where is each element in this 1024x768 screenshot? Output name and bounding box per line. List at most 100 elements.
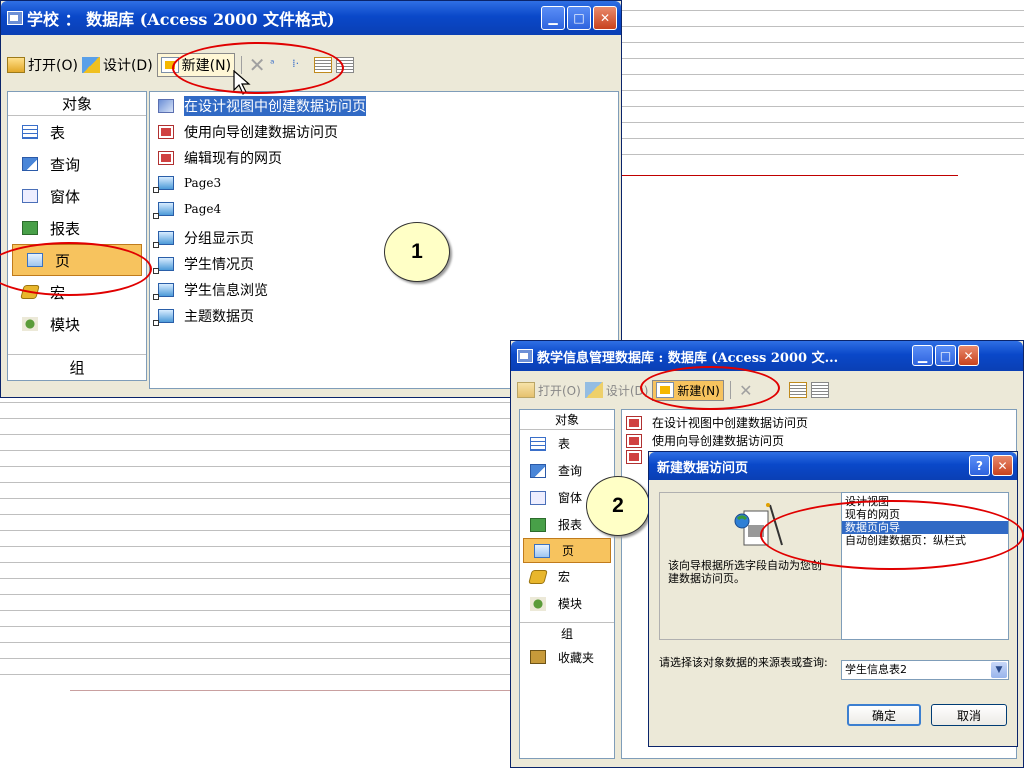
report-icon xyxy=(530,517,546,532)
table-icon xyxy=(22,125,38,139)
new-data-access-page-dialog: 新建数据访问页 ? ✕ 该向导根据所选字段自动为您创建数据访问页。 设计视图 现… xyxy=(648,451,1018,747)
maximize-button[interactable]: □ xyxy=(567,6,591,30)
list-item[interactable]: Page3 xyxy=(153,176,221,193)
close-button[interactable]: ✕ xyxy=(958,345,979,366)
ok-button[interactable]: 确定 xyxy=(847,704,921,726)
help-button[interactable]: ? xyxy=(969,455,990,476)
object-pages[interactable]: 页 xyxy=(523,538,611,563)
object-tables[interactable]: 表 xyxy=(520,430,614,457)
list-item[interactable]: 在设计视图中创建数据访问页 xyxy=(158,96,366,116)
minimize-button[interactable]: ▁ xyxy=(541,6,565,30)
slide-line xyxy=(0,546,510,547)
list-item[interactable]: 在设计视图中创建数据访问页 xyxy=(626,414,808,431)
slide-line xyxy=(622,58,1024,59)
object-queries[interactable]: 查询 xyxy=(8,148,146,180)
slide-line xyxy=(0,562,510,563)
cancel-button[interactable]: 取消 xyxy=(931,704,1007,726)
slide-line xyxy=(0,626,510,627)
open-button[interactable]: 打开(O) xyxy=(7,55,78,75)
list-item-label: 编辑现有的网页 xyxy=(184,151,282,167)
slide-line xyxy=(622,10,1024,11)
open-button[interactable]: 打开(O) xyxy=(517,382,581,399)
wizard-description: 该向导根据所选字段自动为您创建数据访问页。 xyxy=(668,559,822,585)
object-label: 表 xyxy=(558,437,571,451)
slide-line xyxy=(0,466,510,467)
objects-pane: 对象 表 查询 窗体 报表 页 宏 模块 组 收藏夹 xyxy=(519,409,615,759)
slide-red-line xyxy=(622,175,958,176)
groups-bar[interactable]: 组 xyxy=(8,354,146,380)
object-label: 查询 xyxy=(558,464,583,478)
object-modules[interactable]: 模块 xyxy=(520,590,614,617)
maximize-button[interactable]: □ xyxy=(935,345,956,366)
list-item[interactable]: 编辑现有的网页 xyxy=(158,148,282,168)
object-label: 页 xyxy=(562,544,575,558)
window1-titlebar[interactable]: 学校 ： 数据库 (Access 2000 文件格式) ▁ □ ✕ xyxy=(1,1,621,35)
slide-line xyxy=(622,26,1024,27)
page-shortcut-icon xyxy=(153,202,174,219)
window2-titlebar[interactable]: 教学信息管理数据库 : 数据库 (Access 2000 文... ▁ □ ✕ xyxy=(511,341,1023,371)
list-item[interactable]: 主题数据页 xyxy=(153,306,254,326)
database-icon xyxy=(7,11,23,25)
design-label: 设计(D) xyxy=(102,58,153,74)
slide-line xyxy=(622,122,1024,123)
list-item[interactable]: 分组显示页 xyxy=(153,228,254,248)
slide-line xyxy=(622,90,1024,91)
list-item[interactable]: 学生情况页 xyxy=(153,254,254,274)
list-item-label: 学生情况页 xyxy=(184,257,254,273)
list-item-label: 学生信息浏览 xyxy=(184,283,268,299)
slide-line xyxy=(0,578,510,579)
design-icon xyxy=(584,382,603,398)
annotation-ellipse-new-button xyxy=(172,42,344,94)
edit-webpage-icon xyxy=(626,450,642,464)
slide-line xyxy=(0,674,510,675)
dialog-titlebar[interactable]: 新建数据访问页 ? ✕ xyxy=(649,452,1017,480)
slide-line xyxy=(0,610,510,611)
object-tables[interactable]: 表 xyxy=(8,116,146,148)
list-item[interactable]: Page4 xyxy=(153,202,222,219)
page-shortcut-icon xyxy=(153,231,174,248)
report-icon xyxy=(22,221,38,235)
slide-line xyxy=(622,106,1024,107)
slide-line xyxy=(622,74,1024,75)
details-view-icon[interactable] xyxy=(810,382,829,398)
groups-bar[interactable]: 组 xyxy=(520,622,614,644)
step-marker-1: 1 xyxy=(384,222,450,282)
list-item[interactable]: 使用向导创建数据访问页 xyxy=(626,432,784,449)
favorites-group[interactable]: 收藏夹 xyxy=(520,646,594,668)
object-modules[interactable]: 模块 xyxy=(8,308,146,340)
list-item[interactable]: 学生信息浏览 xyxy=(153,280,268,300)
open-folder-icon xyxy=(517,382,535,398)
list-item-label: 主题数据页 xyxy=(184,309,254,325)
step-marker-2: 2 xyxy=(586,476,650,536)
minimize-button[interactable]: ▁ xyxy=(912,345,933,366)
source-dropdown[interactable]: 学生信息表2 ▼ xyxy=(841,660,1009,680)
list-item-label: Page4 xyxy=(184,202,222,216)
list-view-icon[interactable] xyxy=(788,382,807,398)
close-button[interactable]: ✕ xyxy=(593,6,617,30)
object-macros[interactable]: 宏 xyxy=(520,563,614,590)
design-button[interactable]: 设计(D) xyxy=(584,382,648,399)
object-label: 报表 xyxy=(558,518,583,532)
table-icon xyxy=(530,436,546,451)
query-icon xyxy=(22,157,38,171)
list-item-label: 使用向导创建数据访问页 xyxy=(652,434,785,448)
list-item-label: 在设计视图中创建数据访问页 xyxy=(184,96,366,116)
close-button[interactable]: ✕ xyxy=(992,455,1013,476)
chevron-down-icon[interactable]: ▼ xyxy=(991,662,1007,678)
slide-line xyxy=(0,658,510,659)
design-button[interactable]: 设计(D) xyxy=(81,55,153,75)
window2-controls: ▁ □ ✕ xyxy=(912,345,979,366)
list-item[interactable]: 使用向导创建数据访问页 xyxy=(158,122,338,142)
source-label: 请选择该对象数据的来源表或查询: xyxy=(659,656,828,669)
list-item-label: 在设计视图中创建数据访问页 xyxy=(652,416,809,430)
object-forms[interactable]: 窗体 xyxy=(8,180,146,212)
list-item-label: 使用向导创建数据访问页 xyxy=(184,125,338,141)
object-label: 报表 xyxy=(50,219,81,238)
object-reports[interactable]: 报表 xyxy=(8,212,146,244)
objects-header: 对象 xyxy=(8,92,146,116)
slide-line xyxy=(0,642,510,643)
source-value: 学生信息表2 xyxy=(845,663,907,676)
database-icon xyxy=(517,349,533,363)
object-label: 窗体 xyxy=(50,187,81,206)
slide-line xyxy=(0,594,510,595)
